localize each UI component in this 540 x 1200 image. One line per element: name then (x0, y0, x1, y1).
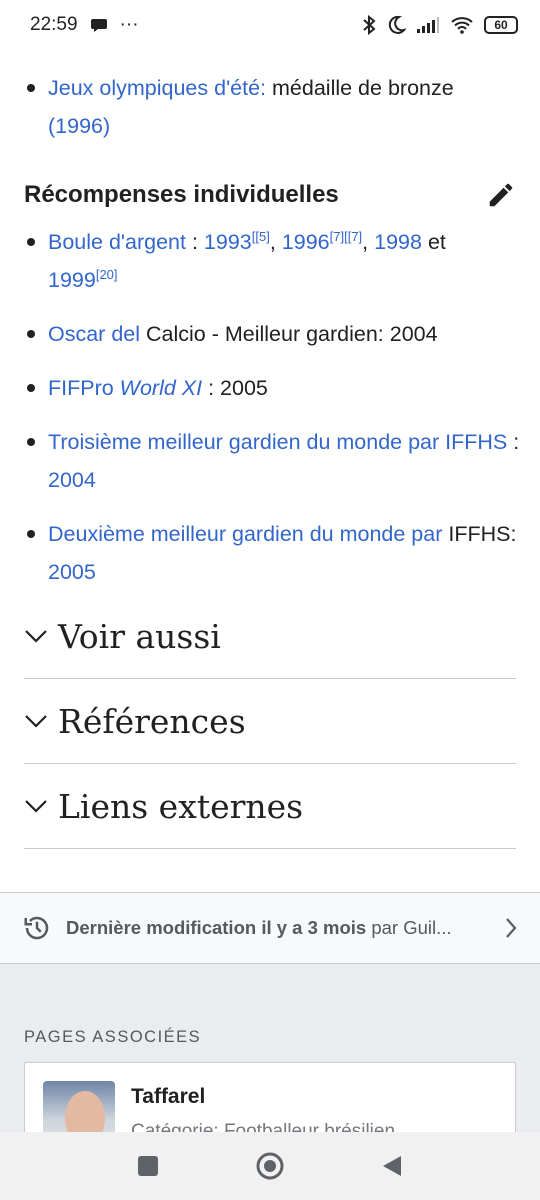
section-title: Liens externes (58, 786, 304, 826)
third-best-keeper-link[interactable]: Troisième meilleur gardien du monde par … (48, 430, 507, 454)
ref-link[interactable]: [[5] (252, 229, 270, 244)
ref-link[interactable]: [20] (96, 267, 118, 282)
awards-heading: Récompenses individuelles (24, 181, 339, 208)
last-modified-text: Dernière modification il y a 3 mois par … (66, 917, 452, 938)
olympics-list: Jeux olympiques d'été: médaille de bronz… (0, 69, 540, 145)
chevron-right-icon (506, 918, 517, 938)
olympics-link[interactable]: Jeux olympiques d'été: (48, 76, 266, 100)
pencil-icon[interactable] (486, 180, 516, 210)
chevron-down-icon (25, 800, 47, 813)
year-2005-link[interactable]: 2005 (48, 560, 96, 584)
chevron-down-icon (25, 715, 47, 728)
list-item: Troisième meilleur gardien du monde par … (24, 423, 520, 499)
triangle-back-icon (383, 1156, 401, 1176)
home-button[interactable] (250, 1146, 290, 1186)
ref-link[interactable]: [7][[7] (330, 229, 363, 244)
back-button[interactable] (372, 1146, 412, 1186)
circle-icon (256, 1152, 284, 1180)
list-item: Oscar del Calcio - Meilleur gardien: 200… (24, 315, 520, 353)
navigation-bar (0, 1132, 540, 1200)
clock: 22:59 (30, 14, 78, 35)
section-voir-aussi[interactable]: Voir aussi (24, 594, 516, 679)
list-item: FIFPro World XI : 2005 (24, 369, 520, 407)
oscar-del-link[interactable]: Oscar del (48, 322, 140, 346)
second-best-keeper-link[interactable]: Deuxième meilleur gardien du monde par (48, 522, 442, 546)
wifi-icon (451, 17, 473, 34)
section-title: Références (58, 701, 246, 741)
list-item: Boule d'argent : 1993[[5], 1996[7][[7], … (24, 223, 520, 299)
olympics-year-link[interactable]: (1996) (48, 114, 110, 138)
fifpro-link[interactable]: FIFPro World XI (48, 376, 202, 400)
year-2004-link[interactable]: 2004 (48, 468, 96, 492)
list-item: Jeux olympiques d'été: médaille de bronz… (24, 69, 520, 145)
article-content: Jeux olympiques d'été: médaille de bronz… (0, 50, 540, 849)
year-1996-link[interactable]: 1996 (282, 230, 330, 254)
related-pages-title: PAGES ASSOCIÉES (24, 1028, 202, 1046)
section-liens-externes[interactable]: Liens externes (24, 764, 516, 849)
signal-icon (417, 17, 439, 33)
status-bar: 22:59 ··· 60 (0, 0, 540, 50)
section-title: Voir aussi (58, 616, 221, 656)
year-1998-link[interactable]: 1998 (374, 230, 422, 254)
recents-button[interactable] (128, 1146, 168, 1186)
chat-bubble-icon (90, 19, 107, 32)
year-1999-link[interactable]: 1999 (48, 268, 96, 292)
history-icon (24, 916, 49, 940)
section-references[interactable]: Références (24, 679, 516, 764)
chevron-down-icon (25, 630, 47, 643)
bluetooth-icon (363, 14, 376, 36)
boule-argent-link[interactable]: Boule d'argent (48, 230, 186, 254)
more-notifications-icon: ··· (119, 14, 139, 35)
battery-indicator: 60 (484, 16, 518, 34)
square-icon (138, 1156, 158, 1176)
awards-section-header: Récompenses individuelles (0, 173, 540, 217)
moon-icon (388, 15, 406, 34)
year-1993-link[interactable]: 1993 (204, 230, 252, 254)
list-item: Deuxième meilleur gardien du monde par I… (24, 515, 520, 591)
awards-list: Boule d'argent : 1993[[5], 1996[7][[7], … (0, 223, 540, 591)
related-card-title: Taffarel (131, 1085, 206, 1108)
last-modified-bar[interactable]: Dernière modification il y a 3 mois par … (0, 892, 540, 964)
